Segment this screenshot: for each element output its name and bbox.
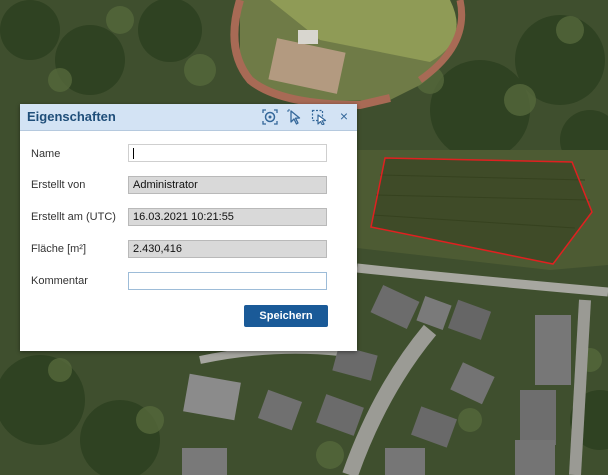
area-field: 2.430,416 — [128, 240, 327, 258]
created-by-value: Administrator — [133, 179, 198, 191]
created-at-field: 16.03.2021 10:21:55 — [128, 208, 327, 226]
text-cursor — [133, 148, 134, 159]
dialog-title: Eigenschaften — [27, 109, 116, 124]
properties-dialog: Eigenschaften × Name Erstellt von Admini… — [20, 104, 357, 351]
name-label: Name — [31, 148, 61, 160]
comment-field[interactable] — [128, 272, 327, 290]
building-sports — [298, 30, 318, 44]
save-button[interactable]: Speichern — [244, 305, 328, 327]
zoom-to-feature-icon[interactable] — [261, 108, 279, 126]
dialog-header[interactable]: Eigenschaften × — [20, 104, 357, 131]
created-at-value: 16.03.2021 10:21:55 — [133, 211, 234, 223]
created-at-label: Erstellt am (UTC) — [31, 211, 116, 223]
name-field[interactable] — [128, 144, 327, 162]
select-pointer-icon[interactable] — [286, 108, 304, 126]
created-by-label: Erstellt von — [31, 179, 86, 191]
comment-label: Kommentar — [31, 275, 88, 287]
edit-geometry-icon[interactable] — [310, 108, 328, 126]
area-label: Fläche [m²] — [31, 243, 87, 255]
created-by-field: Administrator — [128, 176, 327, 194]
close-icon[interactable]: × — [336, 107, 352, 125]
area-value: 2.430,416 — [133, 243, 182, 255]
